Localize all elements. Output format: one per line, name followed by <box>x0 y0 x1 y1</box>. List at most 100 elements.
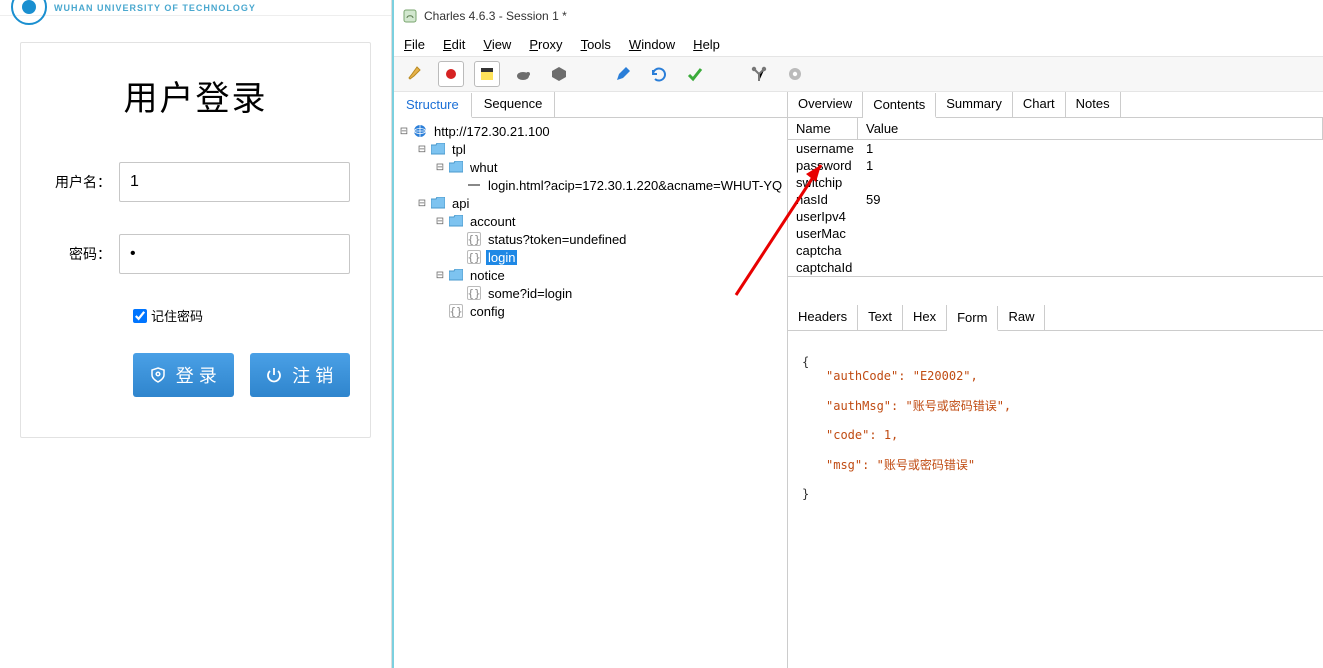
brand-text: WUHAN UNIVERSITY OF TECHNOLOGY <box>54 3 256 13</box>
tab-summary[interactable]: Summary <box>936 92 1013 117</box>
kv-row[interactable]: captchaId <box>788 259 1323 276</box>
menu-window[interactable]: Window <box>629 37 675 52</box>
collapse-icon[interactable]: ⊟ <box>434 162 446 173</box>
brand-bar: WUHAN UNIVERSITY OF TECHNOLOGY <box>0 0 391 16</box>
json-icon: {} <box>466 232 482 246</box>
gear-icon[interactable] <box>782 61 808 87</box>
menu-bar: File Edit View Proxy Tools Window Help <box>394 32 1323 56</box>
username-label: 用户名： <box>41 172 119 192</box>
structure-panel: Structure Sequence ⊟ http://172.30.21.10… <box>394 92 788 668</box>
hexagon-icon[interactable] <box>546 61 572 87</box>
folder-icon <box>448 214 464 228</box>
button-row: 登 录 注 销 <box>133 353 350 397</box>
tab-text[interactable]: Text <box>858 305 903 330</box>
login-button[interactable]: 登 录 <box>133 353 234 397</box>
blank-toggle <box>434 306 446 317</box>
charles-window: Charles 4.6.3 - Session 1 * File Edit Vi… <box>392 0 1323 668</box>
kv-row[interactable]: userIpv4 <box>788 208 1323 225</box>
title-bar: Charles 4.6.3 - Session 1 * <box>394 0 1323 32</box>
tree-login-html[interactable]: login.html?acip=172.30.1.220&acname=WHUT… <box>394 176 787 194</box>
tab-form[interactable]: Form <box>947 306 998 331</box>
menu-tools[interactable]: Tools <box>581 37 611 52</box>
menu-proxy[interactable]: Proxy <box>529 37 562 52</box>
detail-tabs: Overview Contents Summary Chart Notes <box>788 92 1323 118</box>
tree-login[interactable]: {} login <box>394 248 787 266</box>
details-panel: Overview Contents Summary Chart Notes Na… <box>788 92 1323 668</box>
menu-help[interactable]: Help <box>693 37 720 52</box>
charles-app-icon <box>402 8 418 24</box>
power-icon <box>266 367 282 383</box>
refresh-icon[interactable] <box>646 61 672 87</box>
kv-row[interactable]: nasId59 <box>788 191 1323 208</box>
university-logo-icon <box>10 2 48 14</box>
kv-header: Name Value <box>788 118 1323 140</box>
menu-file[interactable]: File <box>404 37 425 52</box>
structure-tabs: Structure Sequence <box>394 92 787 118</box>
password-row: 密码： <box>41 234 350 274</box>
remember-checkbox[interactable] <box>133 309 147 323</box>
tab-sequence[interactable]: Sequence <box>472 92 556 117</box>
title-text: Charles 4.6.3 - Session 1 * <box>424 9 567 23</box>
tree-account[interactable]: ⊟ account <box>394 212 787 230</box>
tree-some[interactable]: {} some?id=login <box>394 284 787 302</box>
kv-row[interactable]: password1 <box>788 157 1323 174</box>
login-card: 用户登录 用户名： 密码： 记住密码 登 录 <box>20 42 371 438</box>
tree-whut[interactable]: ⊟ whut <box>394 158 787 176</box>
password-input[interactable] <box>119 234 350 274</box>
tab-notes[interactable]: Notes <box>1066 92 1121 117</box>
tree-notice[interactable]: ⊟ notice <box>394 266 787 284</box>
tools-icon[interactable] <box>746 61 772 87</box>
tab-chart[interactable]: Chart <box>1013 92 1066 117</box>
response-tabs: Headers Text Hex Form Raw <box>788 305 1323 331</box>
folder-icon <box>448 160 464 174</box>
file-icon <box>466 178 482 192</box>
tree-api[interactable]: ⊟ api <box>394 194 787 212</box>
tab-raw[interactable]: Raw <box>998 305 1045 330</box>
username-input[interactable] <box>119 162 350 202</box>
collapse-icon[interactable]: ⊟ <box>416 198 428 209</box>
collapse-icon[interactable]: ⊟ <box>416 144 428 155</box>
tree-config[interactable]: {} config <box>394 302 787 320</box>
tab-headers[interactable]: Headers <box>788 305 858 330</box>
tab-structure[interactable]: Structure <box>394 93 472 118</box>
tree-host[interactable]: ⊟ http://172.30.21.100 <box>394 122 787 140</box>
response-body[interactable]: { "authCode": "E20002", "authMsg": "账号或密… <box>788 331 1323 525</box>
record-icon[interactable] <box>438 61 464 87</box>
menu-edit[interactable]: Edit <box>443 37 465 52</box>
tree-status[interactable]: {} status?token=undefined <box>394 230 787 248</box>
globe-icon <box>412 124 428 138</box>
json-icon: {} <box>448 304 464 318</box>
kv-row[interactable]: userMac <box>788 225 1323 242</box>
logout-button[interactable]: 注 销 <box>250 353 351 397</box>
pen-icon[interactable] <box>610 61 636 87</box>
check-icon[interactable] <box>682 61 708 87</box>
tab-overview[interactable]: Overview <box>788 92 863 117</box>
turtle-icon[interactable] <box>510 61 536 87</box>
folder-icon <box>430 142 446 156</box>
kv-row[interactable]: captcha <box>788 242 1323 259</box>
password-label: 密码： <box>41 244 119 264</box>
remember-row: 记住密码 <box>133 306 350 325</box>
request-tree[interactable]: ⊟ http://172.30.21.100 ⊟ tpl ⊟ whut logi… <box>394 118 787 668</box>
shield-icon <box>150 367 166 383</box>
json-icon: {} <box>466 286 482 300</box>
request-params-grid: Name Value username1 password1 switchip … <box>788 118 1323 277</box>
remember-label: 记住密码 <box>151 306 203 325</box>
kv-row[interactable]: username1 <box>788 140 1323 157</box>
username-row: 用户名： <box>41 162 350 202</box>
kv-row[interactable]: switchip <box>788 174 1323 191</box>
tab-hex[interactable]: Hex <box>903 305 947 330</box>
collapse-icon[interactable]: ⊟ <box>398 126 410 137</box>
folder-icon <box>430 196 446 210</box>
tab-contents[interactable]: Contents <box>863 93 936 118</box>
menu-view[interactable]: View <box>483 37 511 52</box>
collapse-icon[interactable]: ⊟ <box>434 216 446 227</box>
login-page: WUHAN UNIVERSITY OF TECHNOLOGY 用户登录 用户名：… <box>0 0 392 668</box>
tool-bar <box>394 56 1323 92</box>
throttle-icon[interactable] <box>474 61 500 87</box>
login-title: 用户登录 <box>41 71 350 120</box>
broom-icon[interactable] <box>402 61 428 87</box>
json-icon: {} <box>466 250 482 264</box>
collapse-icon[interactable]: ⊟ <box>434 270 446 281</box>
tree-tpl[interactable]: ⊟ tpl <box>394 140 787 158</box>
